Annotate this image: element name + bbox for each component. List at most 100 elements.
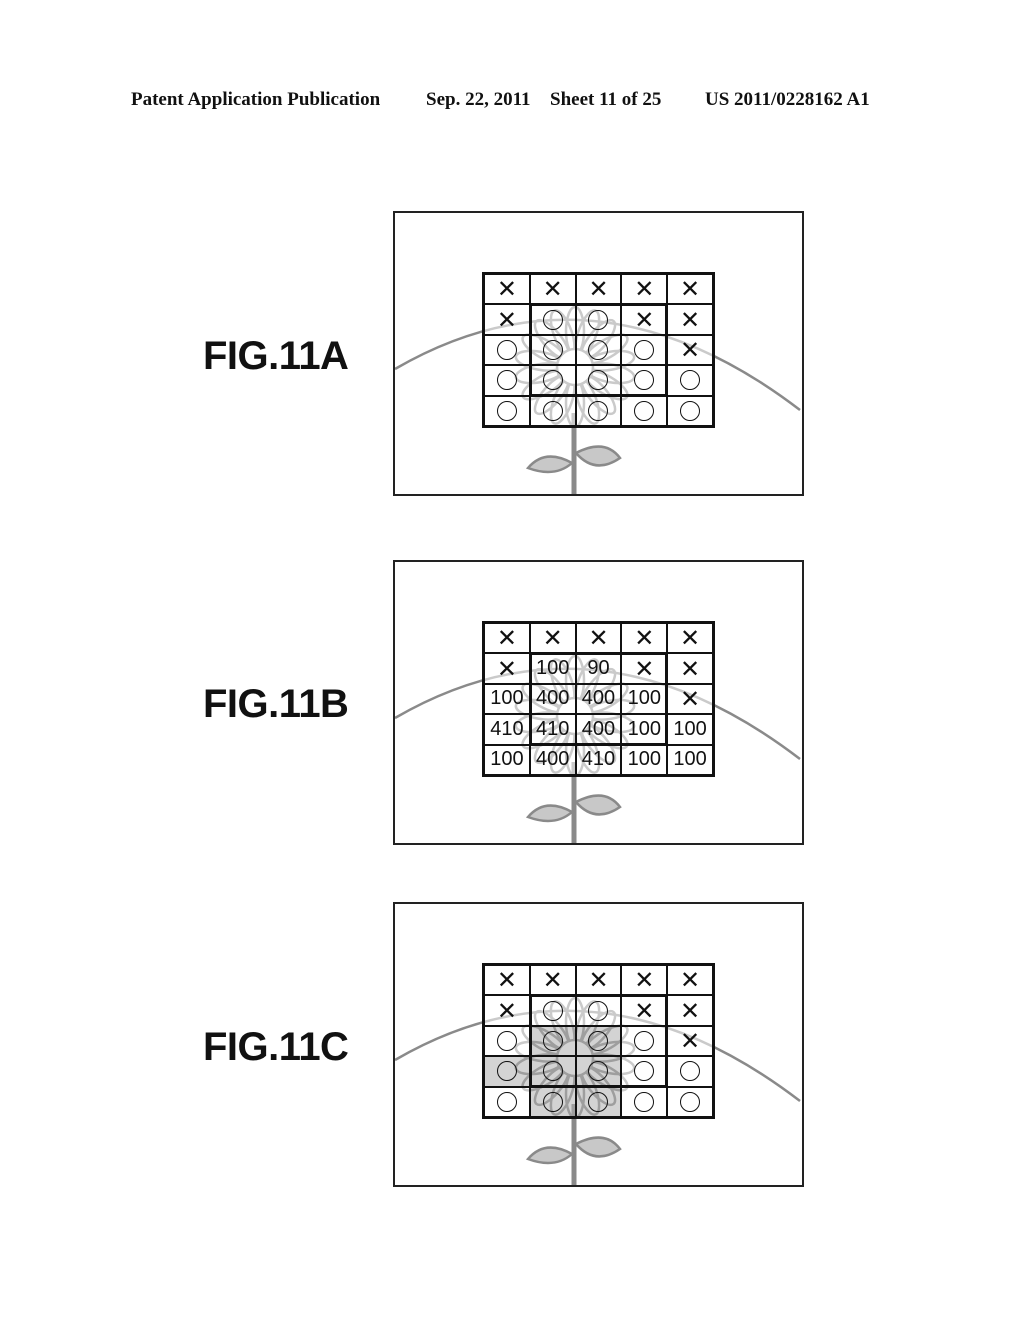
circle-icon	[680, 1061, 701, 1082]
grid-cell: 400	[529, 683, 576, 715]
grid-cell: 400	[529, 744, 576, 775]
circle-icon	[634, 1030, 655, 1051]
grid-cell: ✕	[667, 334, 713, 366]
cell-value: 400	[581, 687, 616, 710]
grid-cell	[484, 1056, 530, 1087]
leaf-left	[525, 455, 575, 474]
circle-icon	[634, 1091, 655, 1112]
circle-icon	[588, 1000, 609, 1021]
header-sheet: Sheet 11 of 25	[550, 89, 662, 110]
cross-icon: ✕	[588, 624, 609, 653]
grid-cell	[621, 395, 668, 426]
cross-icon: ✕	[680, 1026, 701, 1055]
circle-icon	[496, 400, 517, 421]
grid-cell: ✕	[667, 653, 713, 684]
grid-cell	[529, 1086, 576, 1117]
cross-icon: ✕	[634, 624, 655, 653]
cross-icon: ✕	[542, 275, 563, 304]
grid-cell: ✕	[667, 274, 713, 305]
grid-cell	[484, 365, 530, 396]
circle-icon	[588, 1091, 609, 1112]
grid-cell	[575, 1086, 622, 1117]
grid-cell: ✕	[575, 274, 622, 305]
figure-frame-a: ✕ ✕ ✕ ✕ ✕ ✕ ✕ ✕ ✕	[393, 211, 804, 496]
grid-cell	[667, 1086, 713, 1117]
circle-icon	[634, 400, 655, 421]
cross-icon: ✕	[680, 305, 701, 334]
grid-cell	[575, 334, 622, 366]
cross-icon: ✕	[680, 684, 701, 713]
cross-icon: ✕	[588, 966, 609, 995]
cell-value: 400	[536, 748, 570, 771]
grid-cell: ✕	[621, 304, 668, 335]
grid-cell	[667, 395, 713, 426]
circle-icon	[542, 309, 563, 330]
grid-cell: 410	[575, 744, 622, 775]
grid-cell: 100	[484, 683, 530, 715]
grid-cell: ✕	[484, 274, 530, 305]
grid-cell: ✕	[575, 623, 622, 654]
cell-value: 100	[536, 657, 570, 680]
grid-cell	[529, 1056, 576, 1087]
cell-value: 410	[581, 748, 616, 771]
circle-icon	[496, 370, 517, 391]
grid-cell	[667, 1056, 713, 1087]
grid-cell: ✕	[621, 995, 668, 1026]
grid-cell	[529, 995, 576, 1026]
cell-value: 100	[490, 748, 524, 771]
grid-cell: 100	[621, 744, 668, 775]
leaf-left	[525, 804, 575, 823]
cross-icon: ✕	[496, 624, 517, 653]
circle-icon	[588, 400, 609, 421]
header-patent-number: US 2011/0228162 A1	[705, 89, 870, 110]
grid-cell	[529, 395, 576, 426]
grid-cell: 100	[621, 683, 668, 715]
circle-icon	[680, 370, 701, 391]
evaluation-grid: ✕ ✕ ✕ ✕ ✕ ✕ 100 90 ✕ ✕ 100 400 400 100 ✕ 410 410 400 100 10…	[482, 621, 715, 777]
grid-cell	[529, 304, 576, 335]
grid-cell: ✕	[667, 995, 713, 1026]
leaf-right	[574, 794, 622, 816]
circle-icon	[542, 1061, 563, 1082]
grid-cell: 400	[575, 683, 622, 715]
grid-cell: 100	[667, 744, 713, 775]
cross-icon: ✕	[496, 654, 517, 683]
cross-icon: ✕	[496, 305, 517, 334]
grid-cell	[621, 334, 668, 366]
evaluation-grid: ✕ ✕ ✕ ✕ ✕ ✕ ✕ ✕ ✕	[482, 272, 715, 428]
cross-icon: ✕	[680, 624, 701, 653]
figure-frame-c: ✕ ✕ ✕ ✕ ✕ ✕ ✕ ✕ ✕	[393, 902, 804, 1187]
grid-cell: ✕	[621, 274, 668, 305]
grid-cell: ✕	[484, 653, 530, 684]
grid-cell	[575, 395, 622, 426]
cross-icon: ✕	[496, 275, 517, 304]
grid-cell	[575, 304, 622, 335]
grid-cell	[621, 1086, 668, 1117]
circle-icon	[588, 370, 609, 391]
circle-icon	[542, 1000, 563, 1021]
grid-cell: 100	[484, 744, 530, 775]
cross-icon: ✕	[680, 275, 701, 304]
grid-cell: ✕	[667, 304, 713, 335]
grid-cell: 410	[484, 714, 530, 745]
grid-cell: ✕	[484, 995, 530, 1026]
grid-cell	[484, 334, 530, 366]
cross-icon: ✕	[542, 966, 563, 995]
circle-icon	[496, 339, 517, 360]
grid-cell: ✕	[529, 274, 576, 305]
cross-icon: ✕	[634, 305, 655, 334]
circle-icon	[680, 400, 701, 421]
circle-icon	[634, 370, 655, 391]
cross-icon: ✕	[496, 996, 517, 1025]
circle-icon	[542, 370, 563, 391]
grid-cell	[484, 1086, 530, 1117]
grid-cell: ✕	[667, 623, 713, 654]
cross-icon: ✕	[496, 966, 517, 995]
circle-icon	[588, 1030, 609, 1051]
leaf-right	[574, 1136, 622, 1158]
cross-icon: ✕	[634, 275, 655, 304]
grid-cell	[621, 1025, 668, 1057]
circle-icon	[542, 1030, 563, 1051]
circle-icon	[542, 339, 563, 360]
grid-cell	[529, 1025, 576, 1057]
